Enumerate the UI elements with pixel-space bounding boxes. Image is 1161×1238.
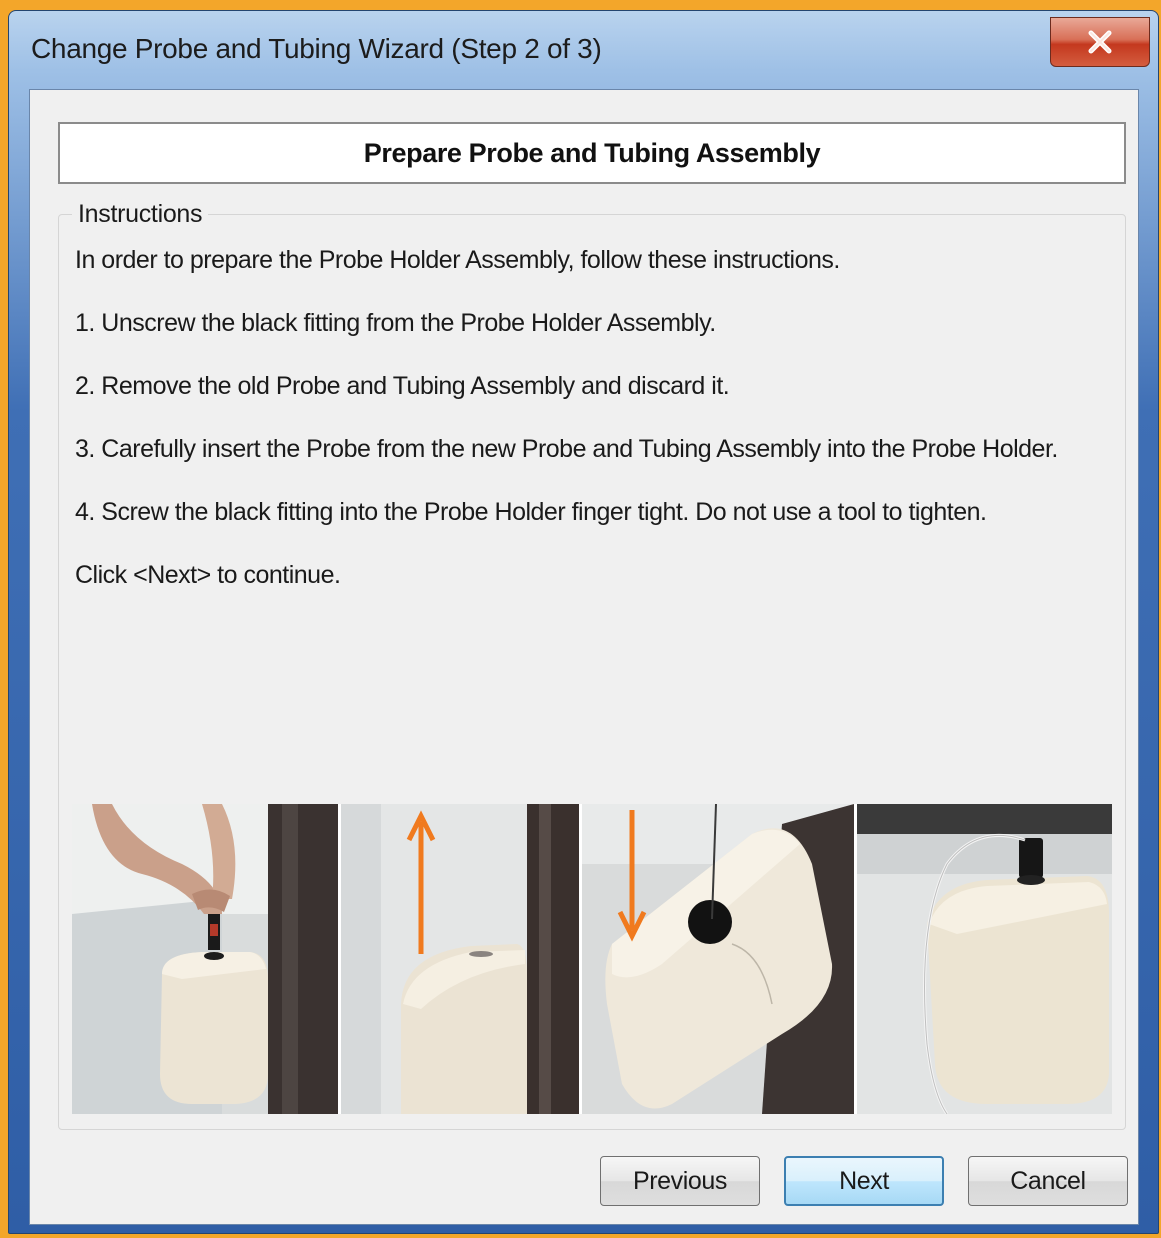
photo-tighten-fitting	[857, 804, 1112, 1114]
instruction-step-1: 1. Unscrew the black fitting from the Pr…	[75, 309, 716, 337]
instructions-legend: Instructions	[72, 200, 209, 229]
window-title: Change Probe and Tubing Wizard (Step 2 o…	[31, 33, 602, 64]
previous-button[interactable]: Previous	[600, 1156, 760, 1206]
close-button[interactable]	[1050, 17, 1150, 67]
instruction-step-4: 4. Screw the black fitting into the Prob…	[75, 498, 987, 526]
wizard-window: Change Probe and Tubing Wizard (Step 2 o…	[8, 10, 1159, 1234]
instruction-photo-strip	[72, 804, 1112, 1114]
instructions-intro: In order to prepare the Probe Holder Ass…	[75, 246, 840, 274]
step-title: Prepare Probe and Tubing Assembly	[363, 137, 821, 168]
close-icon	[1085, 29, 1115, 55]
next-button[interactable]: Next	[784, 1156, 944, 1206]
instruction-step-3: 3. Carefully insert the Probe from the n…	[75, 435, 1058, 463]
photo-remove-probe	[341, 804, 579, 1114]
instruction-step-2: 2. Remove the old Probe and Tubing Assem…	[75, 372, 730, 400]
wizard-client-area: Prepare Probe and Tubing Assembly Instru…	[29, 89, 1139, 1225]
step-title-box: Prepare Probe and Tubing Assembly	[58, 122, 1126, 184]
photo-insert-probe	[582, 804, 854, 1114]
instructions-footer: Click <Next> to continue.	[75, 561, 341, 589]
cancel-button[interactable]: Cancel	[968, 1156, 1128, 1206]
title-bar[interactable]: Change Probe and Tubing Wizard (Step 2 o…	[9, 11, 1158, 89]
photo-unscrew-fitting	[72, 804, 338, 1114]
